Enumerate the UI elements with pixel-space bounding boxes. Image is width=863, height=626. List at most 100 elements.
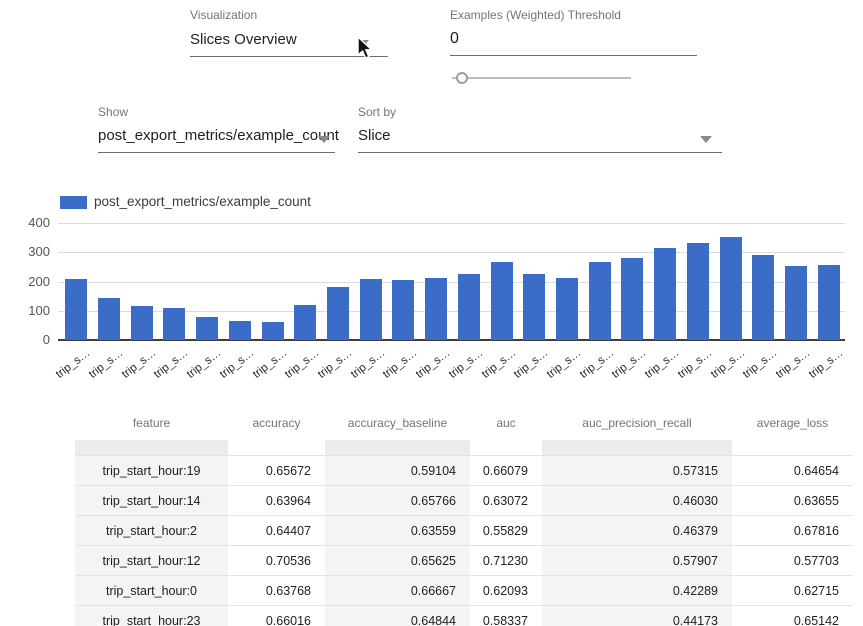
metric-cell: 0.65766 [325, 486, 470, 516]
sort-by-value[interactable]: Slice [358, 127, 722, 144]
bar[interactable] [262, 322, 284, 340]
bar[interactable] [491, 262, 513, 340]
bar[interactable] [752, 255, 774, 340]
y-axis-tick-label: 200 [10, 274, 50, 289]
bar[interactable] [556, 278, 578, 340]
bar[interactable] [818, 265, 840, 340]
table-row[interactable]: trip_start_hour:230.660160.648440.583370… [75, 606, 853, 626]
metric-cell: 0.64654 [732, 456, 853, 486]
metric-cell: 0.46379 [542, 516, 732, 546]
show-select[interactable]: Show post_export_metrics/example_count [98, 105, 339, 153]
filter-cell[interactable] [75, 440, 228, 456]
feature-cell: trip_start_hour:12 [75, 546, 228, 576]
bar[interactable] [720, 237, 742, 340]
chevron-down-icon[interactable] [318, 136, 330, 143]
sort-by-underline [358, 152, 722, 153]
bar[interactable] [654, 248, 676, 340]
bar[interactable] [785, 266, 807, 340]
metric-cell: 0.66079 [470, 456, 542, 486]
metric-cell: 0.66016 [228, 606, 325, 626]
metric-cell: 0.62093 [470, 576, 542, 606]
metrics-table-head: featureaccuracyaccuracy_baselineaucauc_p… [75, 406, 853, 456]
bar[interactable] [327, 287, 349, 340]
filter-cell[interactable] [732, 440, 853, 456]
feature-cell: trip_start_hour:2 [75, 516, 228, 546]
sort-by-select[interactable]: Sort by Slice [358, 105, 722, 153]
threshold-slider-thumb[interactable] [456, 72, 468, 84]
metric-cell: 0.63964 [228, 486, 325, 516]
filter-cell[interactable] [325, 440, 470, 456]
column-header-auc[interactable]: auc [470, 406, 542, 440]
metric-cell: 0.55829 [470, 516, 542, 546]
column-header-feature[interactable]: feature [75, 406, 228, 440]
column-header-accuracy[interactable]: accuracy [228, 406, 325, 440]
show-label: Show [98, 105, 339, 119]
bar[interactable] [98, 298, 120, 340]
metric-cell: 0.44173 [542, 606, 732, 626]
table-row[interactable]: trip_start_hour:140.639640.657660.630720… [75, 486, 853, 516]
column-header-average_loss[interactable]: average_loss [732, 406, 853, 440]
metric-cell: 0.63072 [470, 486, 542, 516]
feature-cell: trip_start_hour:0 [75, 576, 228, 606]
filter-row [75, 440, 853, 456]
table-row[interactable]: trip_start_hour:00.637680.666670.62093 0.… [75, 576, 853, 606]
feature-cell: trip_start_hour:19 [75, 456, 228, 486]
bar[interactable] [131, 306, 153, 340]
show-value[interactable]: post_export_metrics/example_count [98, 127, 339, 144]
metric-cell: 0.70536 [228, 546, 325, 576]
column-header-auc_precision_recall[interactable]: auc_precision_recall [542, 406, 732, 440]
table-row[interactable]: trip_start_hour:20.644070.635590.558290.… [75, 516, 853, 546]
threshold-field[interactable]: Examples (Weighted) Threshold 0 [450, 8, 697, 56]
bar[interactable] [196, 317, 218, 340]
threshold-underline [450, 55, 697, 56]
metric-cell: 0.63768 [228, 576, 325, 606]
table-row[interactable]: trip_start_hour:120.705360.656250.712300… [75, 546, 853, 576]
bar-plot: 0100200300400trip_s…trip_s…trip_s…trip_s… [0, 188, 863, 388]
show-underline [98, 152, 335, 153]
metrics-table: featureaccuracyaccuracy_baselineaucauc_p… [75, 406, 853, 626]
metric-cell: 0.64407 [228, 516, 325, 546]
y-axis-tick-label: 300 [10, 244, 50, 259]
metric-cell: 0.64844 [325, 606, 470, 626]
threshold-input[interactable]: 0 [450, 30, 697, 48]
metric-cell: 0.65672 [228, 456, 325, 486]
bar[interactable] [360, 279, 382, 340]
metric-cell: 0.62715 [732, 576, 853, 606]
metric-cell: 0.63559 [325, 516, 470, 546]
y-axis-tick-label: 100 [10, 303, 50, 318]
bar[interactable] [229, 321, 251, 340]
chevron-down-icon[interactable] [700, 136, 712, 143]
bar[interactable] [523, 274, 545, 340]
mouse-cursor-icon [354, 36, 376, 62]
bar[interactable] [294, 305, 316, 340]
metrics-table-container: featureaccuracyaccuracy_baselineaucauc_p… [75, 406, 853, 626]
sort-by-label: Sort by [358, 105, 722, 119]
bar[interactable] [163, 308, 185, 340]
metric-cell: 0.67816 [732, 516, 853, 546]
metric-cell: 0.66667 [325, 576, 470, 606]
threshold-slider-track[interactable] [452, 77, 631, 79]
bar[interactable] [458, 274, 480, 340]
bar[interactable] [425, 278, 447, 340]
filter-cell[interactable] [470, 440, 542, 456]
table-row[interactable]: trip_start_hour:190.656720.591040.660790… [75, 456, 853, 486]
filter-cell[interactable] [542, 440, 732, 456]
feature-cell: trip_start_hour:23 [75, 606, 228, 626]
metric-cell: 0.65142 [732, 606, 853, 626]
bar[interactable] [687, 243, 709, 340]
metric-cell: 0.57703 [732, 546, 853, 576]
filter-cell[interactable] [228, 440, 325, 456]
y-axis-tick-label: 400 [10, 215, 50, 230]
metric-cell: 0.63655 [732, 486, 853, 516]
gridline [58, 223, 845, 224]
metric-cell: 0.71230 [470, 546, 542, 576]
metric-cell: 0.57907 [542, 546, 732, 576]
column-header-accuracy_baseline[interactable]: accuracy_baseline [325, 406, 470, 440]
bar[interactable] [589, 262, 611, 340]
bar[interactable] [621, 258, 643, 340]
y-axis-tick-label: 0 [10, 332, 50, 347]
visualization-label: Visualization [190, 8, 388, 22]
tfma-slicing-metrics-view: Visualization Slices Overview Examples (… [0, 0, 863, 626]
bar[interactable] [65, 279, 87, 340]
bar[interactable] [392, 280, 414, 340]
